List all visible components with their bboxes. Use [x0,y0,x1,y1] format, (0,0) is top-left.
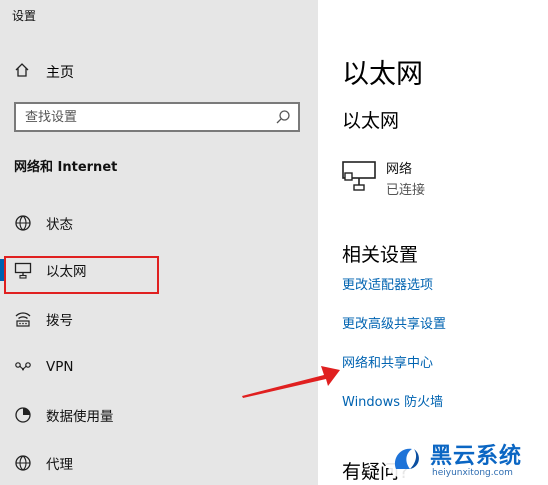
search-box[interactable] [14,102,300,132]
question-title: 有疑问? [342,461,410,483]
sidebar-item-label: 状态 [46,217,73,233]
home-icon [14,62,30,82]
vpn-icon [14,358,32,376]
search-icon[interactable] [272,109,294,125]
window-title: 设置 [12,9,37,23]
ethernet-icon [14,261,32,279]
link-change-adapter-options[interactable]: 更改适配器选项 [342,274,433,293]
home-label: 主页 [46,65,74,81]
home-button[interactable]: 主页 [14,60,74,84]
link-windows-firewall[interactable]: Windows 防火墙 [342,391,443,410]
link-network-sharing-center[interactable]: 网络和共享中心 [342,352,433,371]
page-title: 以太网 [342,59,423,90]
sidebar-item-label: 拨号 [46,313,73,329]
link-advanced-sharing[interactable]: 更改高级共享设置 [342,313,446,332]
dialup-icon [14,310,32,328]
network-pc-icon [342,161,376,195]
active-indicator [0,259,4,281]
globe-status-icon [14,214,32,232]
page-subtitle: 以太网 [342,110,400,132]
proxy-globe-icon [14,454,32,472]
sidebar-item-label: 以太网 [46,264,87,280]
sidebar-item-label: VPN [46,359,74,375]
sidebar-item-status[interactable]: 状态 [0,206,318,240]
data-usage-icon [14,406,32,424]
main-content: 以太网 以太网 网络 已连接 相关设置 更改适配器选项 更改高级共享设置 网络和… [318,0,548,485]
related-settings-title: 相关设置 [342,244,419,266]
network-name: 网络 [386,162,413,177]
network-status-text: 已连接 [386,183,426,198]
sidebar-item-ethernet[interactable]: 以太网 [0,253,318,287]
sidebar-item-label: 数据使用量 [46,409,114,425]
sidebar-item-proxy[interactable]: 代理 [0,446,318,480]
sidebar-item-data-usage[interactable]: 数据使用量 [0,398,318,432]
section-title: 网络和 Internet [14,160,118,175]
sidebar-item-dialup[interactable]: 拨号 [0,302,318,336]
sidebar-item-vpn[interactable]: VPN [0,350,318,384]
sidebar: 设置 主页 网络和 Internet 状态 以太网 拨号 [0,0,318,485]
sidebar-item-label: 代理 [46,457,73,473]
search-input[interactable] [16,109,272,125]
